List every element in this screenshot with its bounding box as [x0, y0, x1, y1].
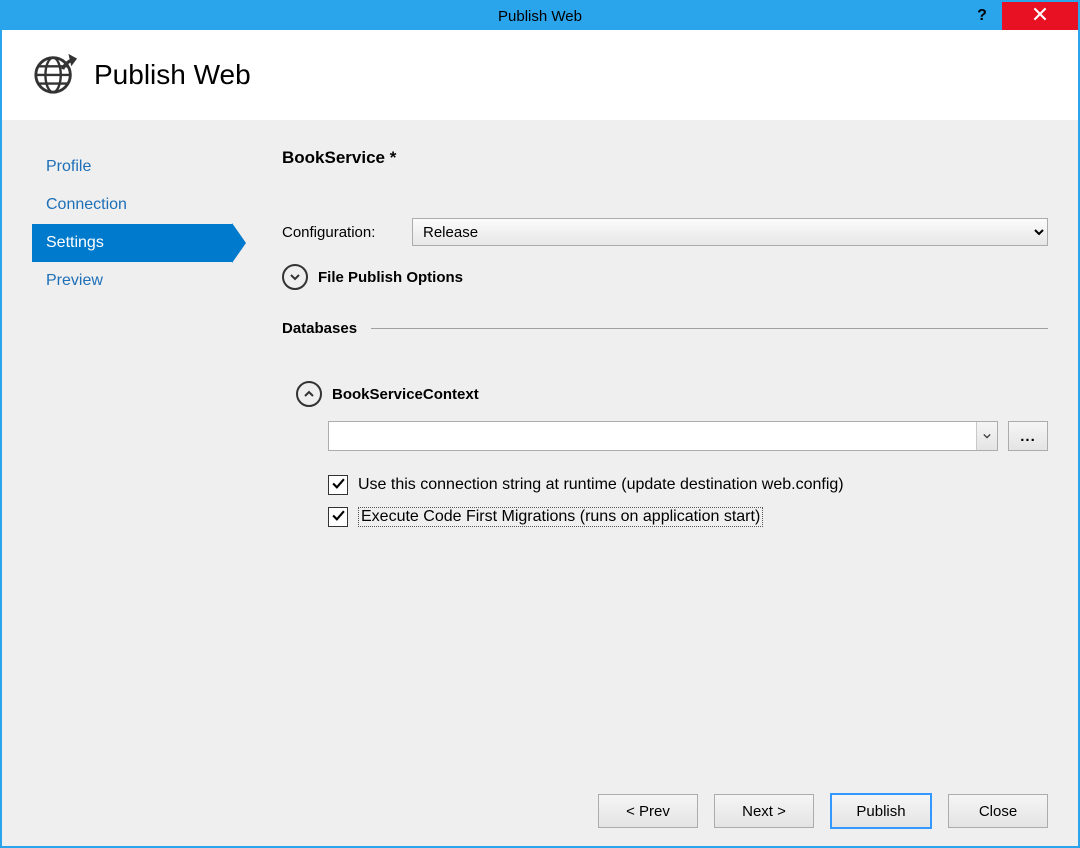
window-controls: ? [962, 2, 1078, 30]
db-context-expander[interactable]: BookServiceContext [296, 381, 1048, 407]
execute-migrations-checkbox[interactable] [328, 507, 348, 527]
help-button[interactable]: ? [962, 2, 1002, 30]
close-icon [1033, 7, 1047, 25]
title-bar[interactable]: Publish Web ? [2, 2, 1078, 30]
connection-browse-button[interactable]: ... [1008, 421, 1048, 451]
connection-string-input[interactable] [328, 421, 998, 451]
use-conn-runtime-checkbox[interactable] [328, 475, 348, 495]
db-context-block: BookServiceContext ... [282, 381, 1048, 527]
globe-arrow-icon [32, 50, 78, 100]
dropdown-icon[interactable] [976, 422, 997, 450]
chevron-up-icon [296, 381, 322, 407]
configuration-row: Configuration: Release [282, 218, 1048, 246]
db-context-name: BookServiceContext [332, 386, 479, 403]
sidebar-item-settings[interactable]: Settings [32, 224, 232, 262]
prev-button[interactable]: < Prev [598, 794, 698, 828]
databases-section-header: Databases [282, 320, 1048, 337]
connection-string-combo[interactable] [328, 421, 998, 451]
next-button[interactable]: Next > [714, 794, 814, 828]
main-panel: BookService * Configuration: Release Fil… [242, 148, 1048, 776]
sidebar-item-connection[interactable]: Connection [32, 186, 232, 224]
connection-string-row: ... [328, 421, 1048, 451]
window-title: Publish Web [498, 8, 582, 25]
close-button[interactable]: Close [948, 794, 1048, 828]
dialog-body: Profile Connection Settings Preview Book… [2, 120, 1078, 846]
sidebar-item-profile[interactable]: Profile [32, 148, 232, 186]
publish-button[interactable]: Publish [830, 793, 932, 829]
configuration-select[interactable]: Release [412, 218, 1048, 246]
file-publish-options-expander[interactable]: File Publish Options [282, 264, 1048, 290]
check-icon [332, 509, 345, 526]
configuration-label: Configuration: [282, 224, 412, 241]
use-conn-runtime-row[interactable]: Use this connection string at runtime (u… [328, 475, 1048, 495]
content-area: Profile Connection Settings Preview Book… [2, 120, 1078, 776]
sidebar-item-preview[interactable]: Preview [32, 262, 232, 300]
file-publish-options-label: File Publish Options [318, 269, 463, 286]
footer: < Prev Next > Publish Close [2, 776, 1078, 846]
chevron-down-icon [282, 264, 308, 290]
close-window-button[interactable] [1002, 2, 1078, 30]
execute-migrations-row[interactable]: Execute Code First Migrations (runs on a… [328, 507, 1048, 527]
section-divider [371, 328, 1048, 329]
wizard-sidebar: Profile Connection Settings Preview [32, 148, 232, 776]
header: Publish Web [2, 30, 1078, 120]
use-conn-runtime-label: Use this connection string at runtime (u… [358, 476, 844, 494]
project-title: BookService * [282, 148, 1048, 168]
header-title: Publish Web [94, 59, 251, 91]
publish-web-dialog: Publish Web ? Publish Web Profile [0, 0, 1080, 848]
check-icon [332, 477, 345, 494]
databases-label: Databases [282, 320, 357, 337]
execute-migrations-label: Execute Code First Migrations (runs on a… [358, 507, 763, 527]
